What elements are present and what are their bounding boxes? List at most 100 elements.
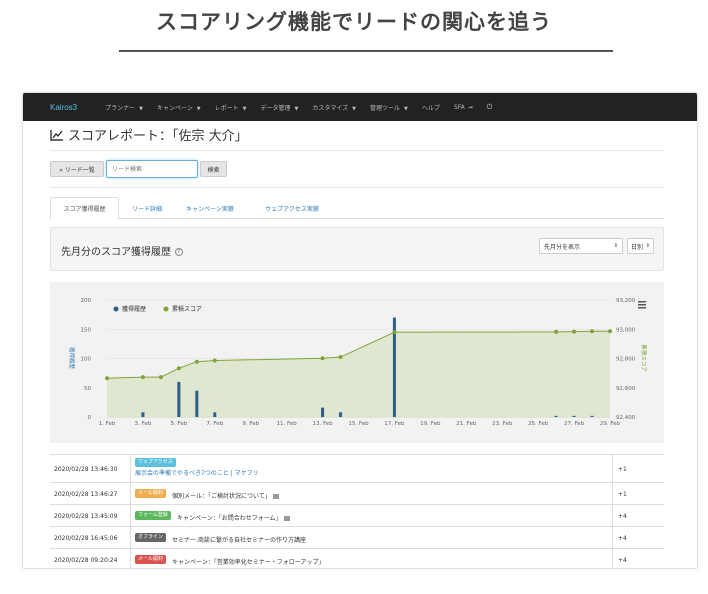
activity-badge: メール開封 [135, 489, 167, 498]
row-points: +4 [618, 535, 627, 542]
section-title-text: 先月分のスコア獲得履歴 [61, 247, 171, 258]
row-description[interactable]: 展示会の準備でやるべき7つのこと | マケフリ [135, 468, 259, 477]
right-tick-label: 92,600 [616, 386, 636, 392]
period-select[interactable]: 先月分を表示 ⇕ [539, 238, 623, 254]
chart-menu-icon[interactable] [638, 301, 646, 309]
help-icon[interactable]: ? [175, 248, 183, 256]
caret-down-icon: ▼ [294, 105, 299, 112]
table-row: 2020/02/28 16:45:06 オフライン セミナー:商談に繋がる自社セミナ… [50, 527, 664, 549]
column-divider [130, 527, 131, 548]
row-points: +1 [618, 491, 627, 498]
activity-badge: フォーム登録 [135, 511, 171, 520]
menu-bar [638, 307, 646, 309]
period-select-value: 先月分を表示 [544, 243, 581, 251]
nav-label: SFA [453, 103, 465, 111]
nav-label: レポート [214, 104, 239, 112]
activity-badge: オフライン [135, 533, 167, 542]
line-point-day-4 [158, 375, 163, 380]
tab-campaign-results[interactable]: キャンペーン実績 [176, 197, 244, 219]
x-tick-label: 3. Feb [135, 421, 152, 427]
line-point-day-13 [320, 356, 325, 361]
x-tick-label: 17. Feb [384, 421, 405, 427]
document-icon[interactable] [272, 494, 279, 499]
x-tick-label: 29. Feb [600, 421, 621, 427]
bar-day-7 [213, 412, 217, 417]
app-window: Kairos3 プランナー ▼ キャンペーン ▼ レポート ▼ データ管理 ▼ カスタマ… [22, 92, 698, 569]
line-point-day-26 [554, 329, 559, 334]
nav-item-planner[interactable]: プランナー ▼ [105, 103, 143, 112]
column-divider [612, 483, 613, 504]
column-divider [130, 483, 131, 504]
line-point-day-7 [212, 358, 217, 363]
column-divider [130, 505, 131, 526]
row-timestamp: 2020/02/28 13:45:09 [54, 513, 118, 520]
chart-svg: 0 92,40050 92,600100 92,800150 93,000200 93,2… [68, 298, 648, 427]
nav-item-campaign[interactable]: キャンペーン ▼ [157, 103, 201, 112]
nav-label: キャンペーン [157, 104, 193, 112]
page-title-text: スコアレポート：「佐宗 大介」 [68, 129, 248, 144]
power-icon[interactable]: ⏻ [487, 103, 493, 112]
unit-select[interactable]: 日別 ⇕ [627, 238, 654, 254]
headline-rule [119, 50, 613, 52]
cumulative-area [107, 331, 610, 417]
line-chart-icon [50, 129, 63, 141]
row-description: キャンペーン：「営業効率化セミナー・フォローアップ」 [172, 559, 325, 566]
document-icon[interactable] [283, 516, 290, 521]
history-table: 2020/02/28 13:46:30 ウェブアクセス 展示会の準備でやるべき7つの… [50, 454, 664, 568]
left-tick-label: 100 [81, 357, 92, 363]
x-tick-label: 1. Feb [99, 421, 116, 427]
tab-lead-detail[interactable]: リード詳細 [122, 197, 172, 219]
table-row: 2020/02/28 09:20:24 メール開封 キャンペーン：「営業効率化セミナ… [50, 549, 664, 568]
line-point-day-1 [105, 376, 109, 381]
tab-web-access-results[interactable]: ウェブアクセス実績 [250, 197, 334, 219]
brand-logo[interactable]: Kairos3 [50, 103, 77, 112]
legend-marker-history [113, 306, 119, 312]
bar-day-14 [339, 412, 343, 417]
caret-down-icon: ▼ [196, 105, 201, 112]
row-points: +4 [618, 513, 627, 520]
left-tick-label: 50 [84, 386, 91, 392]
bar-day-3 [141, 412, 145, 417]
right-tick-label: 92,800 [616, 357, 636, 363]
nav-item-report[interactable]: レポート ▼ [215, 103, 247, 112]
nav-item-customize[interactable]: カスタマイズ ▼ [312, 103, 356, 112]
right-tick-label: 93,200 [616, 298, 636, 304]
table-row: 2020/02/28 13:46:30 ウェブアクセス 展示会の準備でやるべき7つの… [50, 455, 664, 483]
line-point-day-29 [608, 329, 612, 334]
nav-label: カスタマイズ [312, 104, 349, 112]
column-divider [130, 455, 131, 482]
lead-search-input[interactable] [106, 160, 198, 178]
nav-item-help[interactable]: ヘルプ [422, 103, 440, 112]
bar-day-13 [321, 407, 325, 417]
x-tick-label: 25. Feb [528, 421, 549, 427]
table-row: 2020/02/28 13:46:27 メール開封 個別メール：「ご検討状況について… [50, 483, 664, 505]
line-point-day-28 [590, 329, 595, 334]
nav-item-admin-tools[interactable]: 管理ツール ▼ [370, 103, 408, 112]
x-tick-label: 23. Feb [492, 421, 513, 427]
divider [50, 187, 664, 188]
select-arrow-icon: ⇕ [613, 243, 618, 249]
right-axis-title: 累積スコア [640, 344, 648, 372]
activity-badge: ウェブアクセス [135, 458, 176, 467]
bar-day-6 [195, 390, 199, 417]
row-timestamp: 2020/02/28 09:20:24 [54, 557, 118, 564]
nav-item-sfa[interactable]: SFA ⇥ [454, 104, 473, 111]
row-description: キャンペーン：「お問合わせフォーム」 [177, 513, 290, 522]
menu-bar [638, 301, 646, 303]
tab-score-history[interactable]: スコア獲得履歴 [50, 197, 119, 220]
score-chart: 0 92,400 50 92,600 100 92,800 150 93,000 200 93,2… [50, 282, 664, 443]
page-headline: スコアリング機能でリードの関心を追う [156, 10, 552, 34]
nav-label: 管理ツール [370, 104, 401, 112]
legend-label-history: 獲得履歴 [122, 305, 146, 313]
x-tick-label: 5. Feb [170, 421, 187, 427]
line-point-day-3 [140, 375, 145, 380]
menu-bar [638, 304, 646, 306]
back-to-leads-button[interactable]: « リード一覧 [50, 161, 104, 177]
row-description: セミナー:商談に繋がる自社セミナーの作り方講座 [172, 537, 307, 544]
search-button[interactable]: 検索 [200, 161, 227, 177]
x-tick-label: 21. Feb [456, 421, 477, 427]
nav-item-data-management[interactable]: データ管理 ▼ [260, 103, 298, 112]
x-tick-label: 19. Feb [420, 421, 441, 427]
x-tick-label: 15. Feb [348, 421, 369, 427]
left-tick-label: 150 [81, 327, 92, 333]
